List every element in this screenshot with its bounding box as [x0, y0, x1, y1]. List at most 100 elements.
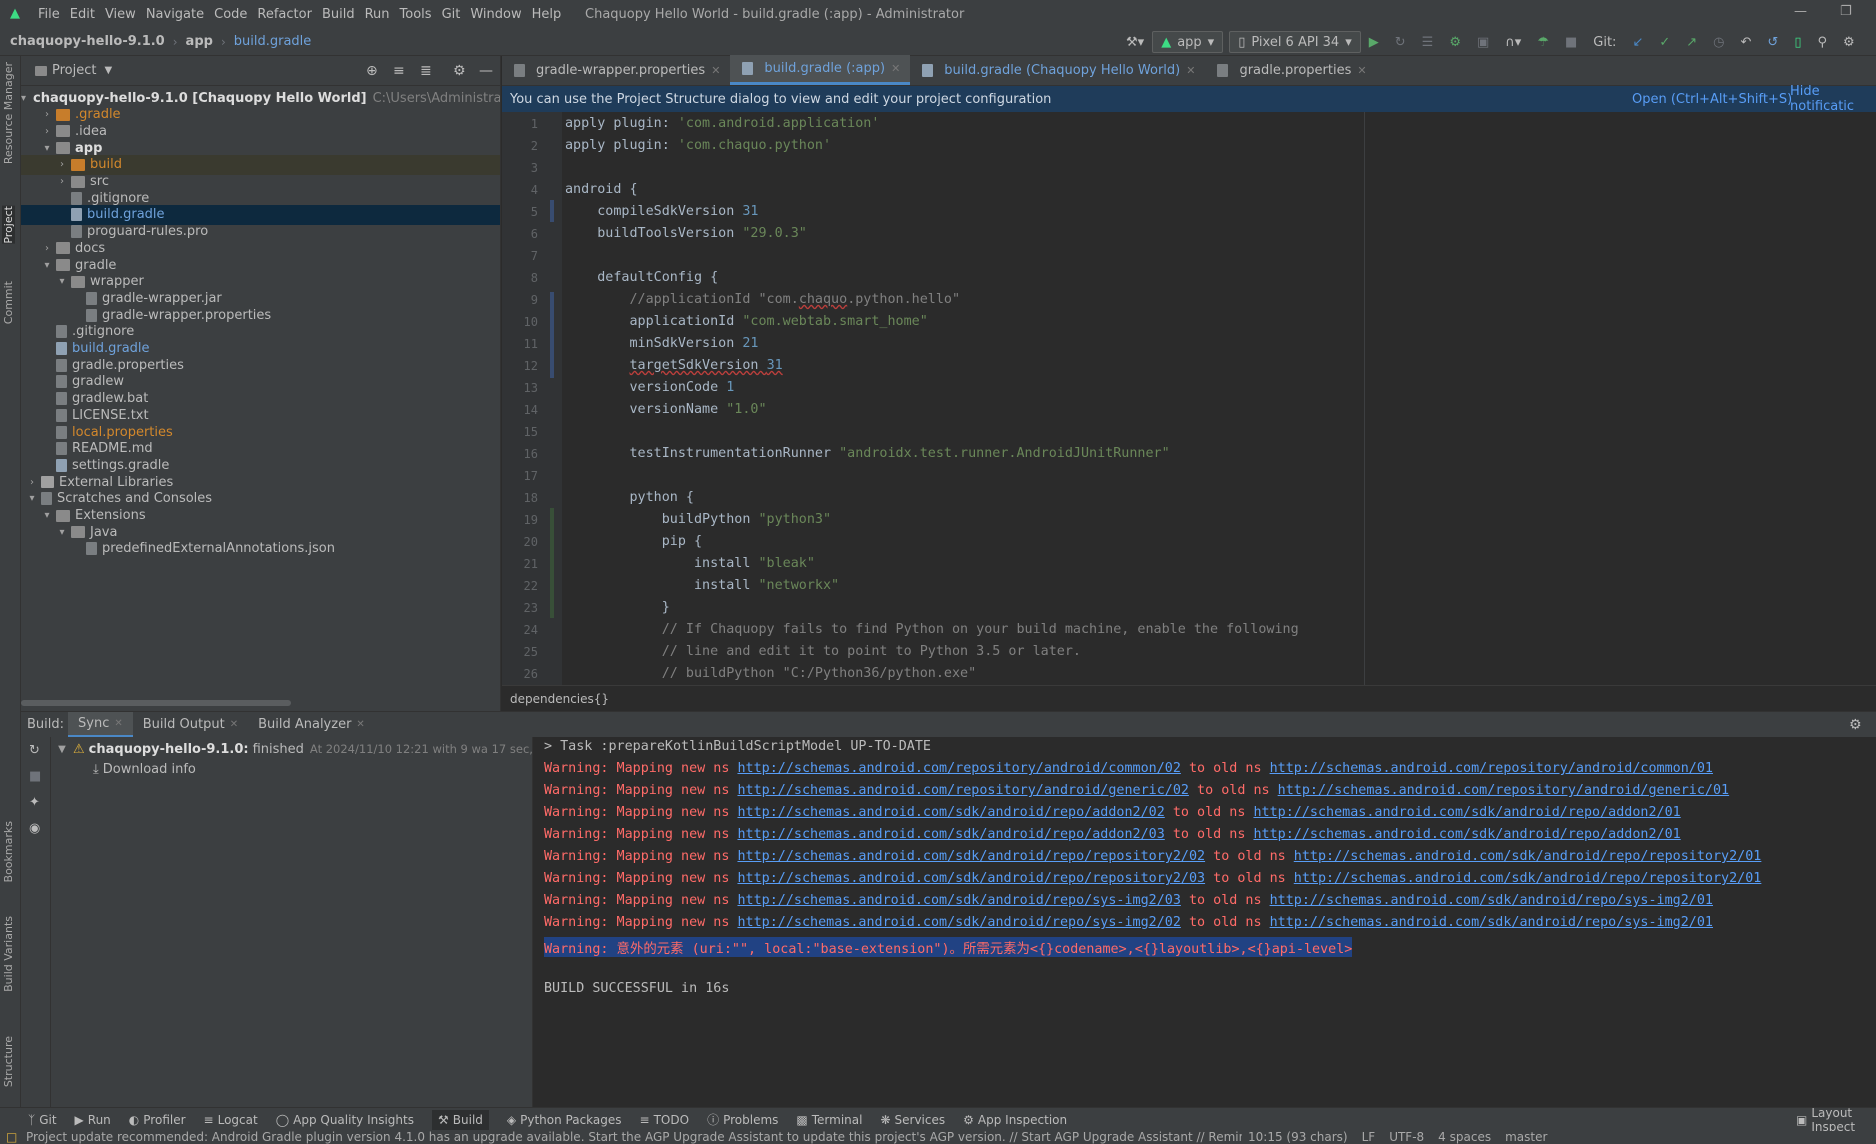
line-separator[interactable]: LF	[1362, 1131, 1376, 1144]
old-namespace-link[interactable]: http://schemas.android.com/sdk/android/r…	[1253, 805, 1680, 820]
expanded-arrow-icon[interactable]: ▾	[25, 493, 39, 504]
logcat-tool-button[interactable]: ≡ Logcat	[204, 1113, 258, 1127]
restore-icon[interactable]: ❐	[1840, 4, 1852, 19]
collapsed-arrow-icon[interactable]: ›	[25, 477, 39, 488]
resync-icon[interactable]: ↻	[29, 743, 40, 758]
menu-window[interactable]: Window	[470, 7, 521, 22]
menu-navigate[interactable]: Navigate	[146, 7, 204, 22]
close-icon[interactable]: ✕	[114, 718, 122, 729]
collapsed-arrow-icon[interactable]: ›	[40, 109, 54, 120]
device-manager-icon[interactable]: ▯	[1788, 31, 1807, 53]
expanded-arrow-icon[interactable]: ▾	[55, 276, 69, 287]
chevron-down-icon[interactable]: ▼	[104, 65, 112, 76]
git-push-icon[interactable]: ↗	[1680, 31, 1703, 53]
problems-tool-button[interactable]: ⓘ Problems	[707, 1111, 778, 1128]
profile-icon[interactable]: ∩▾	[1499, 31, 1527, 53]
coverage-icon[interactable]: ☂	[1531, 31, 1555, 53]
resource-manager-tab[interactable]: Resource Manager	[2, 62, 15, 164]
make-project-hammer-icon[interactable]: ⚒▾	[1120, 31, 1150, 53]
tab-sync[interactable]: Sync ✕	[68, 711, 133, 738]
tab-build-output[interactable]: Build Output ✕	[133, 712, 248, 738]
tab-gradle-wrapper-properties[interactable]: gradle-wrapper.properties ✕	[502, 55, 730, 85]
code-editor[interactable]: apply plugin: 'com.android.application' …	[562, 112, 1876, 685]
old-namespace-link[interactable]: http://schemas.android.com/sdk/android/r…	[1294, 849, 1762, 864]
expand-all-icon[interactable]: ≡	[393, 63, 405, 79]
project-view-select[interactable]: Project	[52, 63, 96, 78]
bookmarks-tool-tab[interactable]: Bookmarks	[2, 821, 15, 882]
close-icon[interactable]: ✕	[356, 719, 364, 730]
git-update-icon[interactable]: ↙	[1626, 31, 1649, 53]
rerun-icon[interactable]: ↻	[1389, 31, 1412, 53]
stop-icon[interactable]: ■	[1559, 31, 1583, 53]
pin-icon[interactable]: ✦	[29, 795, 40, 810]
git-rollback-icon[interactable]: ↶	[1735, 31, 1758, 53]
git-tool-button[interactable]: ᛉ Git	[28, 1113, 57, 1127]
run-tool-button[interactable]: ▶ Run	[75, 1113, 111, 1127]
breadcrumb-project[interactable]: chaquopy-hello-9.1.0	[10, 34, 165, 49]
hide-notification-link[interactable]: Hide notificatic	[1790, 84, 1876, 114]
tab-build-gradle-app[interactable]: build.gradle (:app) ✕	[730, 55, 911, 85]
menu-view[interactable]: View	[105, 7, 136, 22]
new-namespace-link[interactable]: http://schemas.android.com/repository/an…	[737, 783, 1188, 798]
caret-position[interactable]: 10:15 (93 chars)	[1248, 1131, 1348, 1144]
new-namespace-link[interactable]: http://schemas.android.com/sdk/android/r…	[737, 827, 1164, 842]
menu-tools[interactable]: Tools	[400, 7, 432, 22]
collapsed-arrow-icon[interactable]: ›	[40, 126, 54, 137]
horizontal-scrollbar[interactable]	[21, 700, 291, 706]
menu-run[interactable]: Run	[365, 7, 390, 22]
new-namespace-link[interactable]: http://schemas.android.com/repository/an…	[737, 761, 1180, 776]
profiler-tool-button[interactable]: ◐ Profiler	[129, 1113, 186, 1127]
new-namespace-link[interactable]: http://schemas.android.com/sdk/android/r…	[737, 871, 1205, 886]
structure-tool-tab[interactable]: Structure	[2, 1036, 15, 1087]
options-gear-icon[interactable]: ⚙	[453, 63, 466, 79]
terminal-tool-button[interactable]: ▩ Terminal	[796, 1113, 862, 1127]
tab-build-gradle-project[interactable]: build.gradle (Chaquopy Hello World) ✕	[910, 55, 1205, 85]
commit-tool-tab[interactable]: Commit	[2, 281, 15, 324]
tab-gradle-properties[interactable]: gradle.properties ✕	[1205, 55, 1376, 85]
expanded-arrow-icon[interactable]: ▾	[55, 527, 69, 538]
expanded-arrow-icon[interactable]: ▾	[40, 510, 54, 521]
menu-refactor[interactable]: Refactor	[257, 7, 312, 22]
eye-icon[interactable]: ◉	[29, 821, 40, 836]
services-tool-button[interactable]: ❋ Services	[880, 1113, 945, 1127]
hide-panel-icon[interactable]: —	[479, 63, 493, 79]
expanded-arrow-icon[interactable]: ▾	[40, 260, 54, 271]
new-namespace-link[interactable]: http://schemas.android.com/sdk/android/r…	[737, 849, 1205, 864]
run-configuration-select[interactable]: ▲ app ▾	[1152, 31, 1224, 53]
settings-gear-icon[interactable]: ⚙	[1849, 717, 1862, 733]
search-icon[interactable]: ⚲	[1811, 31, 1833, 53]
settings-gear-icon[interactable]: ⚙	[1837, 31, 1861, 53]
expanded-arrow-icon[interactable]: ▾	[40, 143, 54, 154]
close-icon[interactable]: ✕	[1186, 64, 1195, 77]
menu-code[interactable]: Code	[214, 7, 247, 22]
debug-icon[interactable]: ⚙	[1443, 31, 1467, 53]
indent-setting[interactable]: 4 spaces	[1438, 1131, 1491, 1144]
stop-icon[interactable]: ■	[29, 769, 41, 784]
build-variants-tool-tab[interactable]: Build Variants	[2, 916, 15, 992]
download-info-row[interactable]: ⤓ Download info	[93, 759, 196, 779]
collapse-all-icon[interactable]: ≣	[420, 63, 432, 79]
menu-build[interactable]: Build	[322, 7, 355, 22]
menu-help[interactable]: Help	[532, 7, 562, 22]
menu-file[interactable]: File	[38, 7, 60, 22]
menu-git[interactable]: Git	[442, 7, 461, 22]
collapsed-arrow-icon[interactable]: ›	[55, 176, 69, 187]
app-quality-insights-button[interactable]: ◯ App Quality Insights	[276, 1113, 414, 1127]
new-namespace-link[interactable]: http://schemas.android.com/sdk/android/r…	[737, 805, 1164, 820]
run-icon[interactable]: ▶	[1363, 31, 1385, 53]
tree-item[interactable]: predefinedExternalAnnotations.json	[21, 539, 500, 559]
device-select[interactable]: ▯ Pixel 6 API 34 ▾	[1229, 31, 1361, 53]
build-output-console[interactable]: > Task :prepareKotlinBuildScriptModel UP…	[534, 737, 1876, 1107]
new-namespace-link[interactable]: http://schemas.android.com/sdk/android/r…	[737, 915, 1180, 930]
expand-arrow-icon[interactable]: ▼	[55, 744, 69, 755]
locate-file-icon[interactable]: ⊕	[366, 63, 378, 79]
app-inspection-button[interactable]: ⚙ App Inspection	[963, 1113, 1067, 1127]
old-namespace-link[interactable]: http://schemas.android.com/sdk/android/r…	[1253, 827, 1680, 842]
old-namespace-link[interactable]: http://schemas.android.com/sdk/android/r…	[1270, 893, 1713, 908]
python-packages-button[interactable]: ◈ Python Packages	[507, 1113, 622, 1127]
git-history-icon[interactable]: ◷	[1707, 31, 1730, 53]
close-icon[interactable]: ✕	[711, 64, 720, 77]
new-namespace-link[interactable]: http://schemas.android.com/sdk/android/r…	[737, 893, 1180, 908]
git-branch[interactable]: master	[1505, 1131, 1547, 1144]
gradle-sync-icon[interactable]: ↺	[1761, 31, 1784, 53]
